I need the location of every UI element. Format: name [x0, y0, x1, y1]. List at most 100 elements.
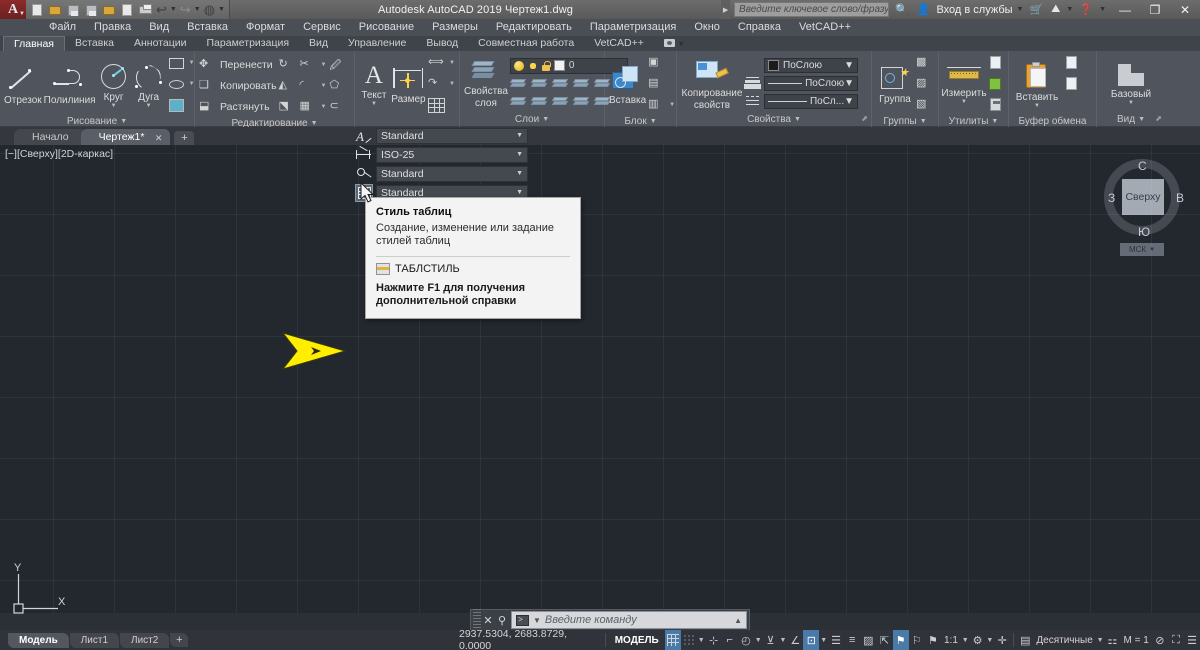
- text-tool[interactable]: A Текст ▼: [359, 61, 389, 108]
- a360-caret-icon[interactable]: ▼: [1066, 6, 1073, 13]
- layer-freeze-icon[interactable]: [527, 60, 538, 71]
- dimension-style-dropdown[interactable]: ISO-25 ▼: [376, 146, 528, 163]
- appstore-cart-icon[interactable]: 🛒: [1027, 3, 1045, 16]
- help-search-input[interactable]: Введите ключевое слово/фразу: [734, 2, 890, 17]
- layout1-tab[interactable]: Лист1: [69, 632, 120, 648]
- polar-toggle[interactable]: ◴: [738, 630, 754, 650]
- command-expand-icon[interactable]: ▲: [734, 616, 742, 625]
- layer-lock-icon[interactable]: [541, 60, 551, 71]
- layer-off-tool-icon[interactable]: [530, 94, 549, 109]
- units-caret-icon[interactable]: ▼: [1096, 637, 1105, 644]
- command-prompt-icon[interactable]: [516, 614, 529, 626]
- line-tool[interactable]: Отрезок: [4, 62, 42, 106]
- minimize-button[interactable]: —: [1110, 0, 1140, 19]
- undo-caret-icon[interactable]: ▼: [170, 6, 177, 13]
- scale-icon[interactable]: ⬔: [279, 99, 297, 116]
- workspace-switch-icon[interactable]: ⚙: [969, 630, 985, 650]
- snap-caret-icon[interactable]: ▼: [697, 637, 706, 644]
- save-as-icon[interactable]: [84, 3, 99, 17]
- viewport-controls-label[interactable]: [−][Сверху][2D-каркас]: [5, 148, 113, 160]
- layer-unlock-icon[interactable]: [572, 94, 591, 109]
- multileader-icon[interactable]: ↷: [428, 76, 446, 93]
- color-wheel-icon[interactable]: [745, 57, 761, 73]
- tab-annotate[interactable]: Аннотации: [124, 36, 197, 51]
- web-save-icon[interactable]: [120, 3, 135, 17]
- tab-screenshot-tool[interactable]: ▼: [654, 36, 695, 51]
- annotation-scale-m[interactable]: M = 1: [1120, 635, 1151, 646]
- 3d-rotate-icon[interactable]: ⬠: [330, 78, 348, 95]
- compass-west-label[interactable]: З: [1108, 191, 1115, 205]
- text-caret-icon[interactable]: ▼: [371, 101, 377, 107]
- autodesk-a360-icon[interactable]: ⛰: [1049, 3, 1062, 16]
- annotation-scale-value[interactable]: 1:1: [941, 635, 961, 646]
- osnap-toggle[interactable]: ⊻: [763, 630, 779, 650]
- menu-item-tools[interactable]: Сервис: [294, 19, 350, 36]
- lineweight-icon[interactable]: [745, 75, 761, 91]
- fillet-icon[interactable]: ◜: [300, 78, 318, 95]
- hardware-accel-icon[interactable]: ✛: [994, 630, 1010, 650]
- rectangle-caret-icon[interactable]: ▼: [189, 60, 195, 66]
- select-similar-icon[interactable]: [987, 76, 1004, 92]
- tab-manage[interactable]: Управление: [338, 36, 416, 51]
- units-value[interactable]: Десятичные: [1033, 635, 1095, 646]
- base-view-tool[interactable]: Базовый ▼: [1107, 60, 1155, 106]
- otrack-toggle[interactable]: ∠: [787, 630, 803, 650]
- layer-on-icon[interactable]: [513, 60, 524, 71]
- multileader-style-dropdown[interactable]: Standard ▼: [376, 165, 528, 182]
- new-file-icon[interactable]: [30, 3, 45, 17]
- paste-tool[interactable]: Вставить ▼: [1013, 59, 1061, 109]
- panel-layers-label[interactable]: Слои ▼: [460, 113, 604, 127]
- mirror-icon[interactable]: ◭: [279, 78, 297, 95]
- coordinates-display[interactable]: 2937.5304, 2683.8729, 0.0000: [452, 628, 602, 650]
- polyline-tool[interactable]: Полилиния: [44, 62, 96, 106]
- match-properties-tool[interactable]: Копирование свойств: [681, 55, 743, 111]
- view-cube-face[interactable]: Сверху: [1122, 179, 1164, 215]
- menu-item-format[interactable]: Формат: [237, 19, 294, 36]
- block-caret-icon[interactable]: ▼: [669, 102, 675, 108]
- workspace-icon[interactable]: ◍: [204, 2, 215, 17]
- dimension-linear-icon[interactable]: ⟺: [428, 55, 446, 72]
- panel-view-label[interactable]: Вид ▼ ⬈: [1097, 113, 1165, 127]
- isolate-objects-icon[interactable]: ⊘: [1152, 630, 1168, 650]
- tab-parametric[interactable]: Параметризация: [197, 36, 300, 51]
- trim-caret-icon[interactable]: ▼: [321, 62, 327, 68]
- copy-tool-label[interactable]: Копировать: [220, 80, 277, 92]
- ortho-toggle[interactable]: ⌐: [722, 630, 738, 650]
- dimension-style-icon[interactable]: [355, 145, 373, 164]
- command-prompt-caret-icon[interactable]: ▼: [533, 616, 541, 625]
- linetype-dropdown[interactable]: ПоСл... ▼: [764, 93, 858, 109]
- help-caret-icon[interactable]: ▼: [1099, 6, 1106, 13]
- lineweight-dropdown[interactable]: ПоСлою ▼: [764, 75, 858, 91]
- circle-caret-icon[interactable]: ▼: [111, 103, 117, 109]
- erase-icon[interactable]: 🖉: [330, 57, 348, 74]
- rotate-icon[interactable]: ↻: [279, 57, 297, 74]
- menu-item-window[interactable]: Окно: [685, 19, 729, 36]
- create-block-icon[interactable]: ▣: [648, 55, 666, 72]
- move-icon[interactable]: ✥: [199, 57, 217, 74]
- quick-select-icon[interactable]: [987, 55, 1004, 71]
- menu-item-draw[interactable]: Рисование: [350, 19, 423, 36]
- compass-south-label[interactable]: Ю: [1138, 225, 1150, 239]
- annotation-scale-icon[interactable]: ⚑: [925, 630, 941, 650]
- paste-caret-icon[interactable]: ▼: [1034, 103, 1040, 109]
- group-edit-icon[interactable]: ▨: [916, 76, 934, 93]
- stretch-icon[interactable]: ⬓: [199, 99, 217, 116]
- object-color-dropdown[interactable]: ПоСлою ▼: [764, 57, 858, 73]
- menu-item-dimension[interactable]: Размеры: [423, 19, 487, 36]
- text-style-icon[interactable]: A: [355, 127, 373, 145]
- new-drawing-button[interactable]: +: [174, 131, 195, 145]
- tab-insert[interactable]: Вставка: [65, 36, 124, 51]
- user-account-icon[interactable]: 👤: [915, 3, 933, 16]
- snap-toggle[interactable]: [681, 630, 697, 650]
- menu-item-view[interactable]: Вид: [140, 19, 178, 36]
- infer-constraints-toggle[interactable]: ⊹: [706, 630, 722, 650]
- dyn-ucs-toggle[interactable]: ⊡: [803, 630, 820, 650]
- search-expand-caret-icon[interactable]: ▶: [721, 0, 731, 19]
- annotation-monitor-icon[interactable]: ⚏: [1104, 630, 1120, 650]
- model-space-button[interactable]: МОДЕЛЬ: [609, 635, 665, 646]
- menu-item-parametric[interactable]: Параметризация: [581, 19, 685, 36]
- layer-properties-tool[interactable]: Свойства слоя: [464, 57, 508, 109]
- grid-toggle[interactable]: [664, 630, 681, 650]
- offset-icon[interactable]: ⊂: [330, 99, 348, 116]
- base-view-caret-icon[interactable]: ▼: [1128, 100, 1134, 106]
